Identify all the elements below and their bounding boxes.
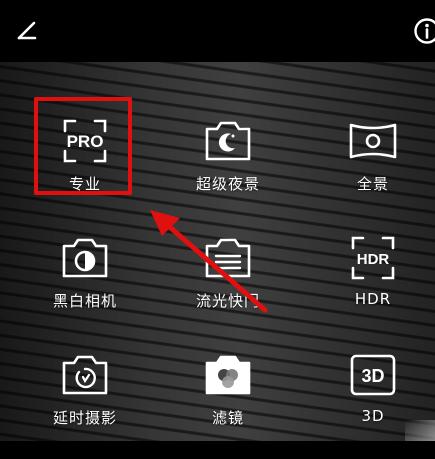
night-moon-icon <box>202 115 254 167</box>
monochrome-camera-icon <box>59 232 111 284</box>
info-icon[interactable] <box>413 17 435 45</box>
watermark <box>405 420 435 441</box>
mode-hdr[interactable]: HDR HDR <box>303 232 435 342</box>
mode-label: 滤镜 <box>158 407 298 428</box>
top-toolbar <box>0 0 435 62</box>
filter-icon <box>202 349 254 401</box>
3d-icon-text: 3D <box>361 366 384 386</box>
mode-label: 超级夜景 <box>158 173 298 194</box>
arrow-pointer-icon <box>140 200 275 320</box>
time-lapse-icon <box>59 349 111 401</box>
hdr-icon-text: HDR <box>357 251 390 268</box>
mode-label: 黑白相机 <box>15 290 155 311</box>
edit-pencil-icon[interactable] <box>14 17 40 43</box>
mode-monochrome[interactable]: 黑白相机 <box>15 232 155 342</box>
mode-label: HDR <box>303 290 435 308</box>
3d-icon: 3D <box>347 349 399 401</box>
mode-label: 全景 <box>303 173 435 194</box>
mode-label: 延时摄影 <box>15 407 155 428</box>
mode-filter[interactable]: 滤镜 <box>158 349 298 459</box>
hdr-icon: HDR <box>347 232 399 284</box>
mode-panorama[interactable]: 全景 <box>303 115 435 225</box>
mode-3d[interactable]: 3D 3D <box>303 349 435 459</box>
highlight-box <box>34 97 132 195</box>
panorama-icon <box>347 115 399 167</box>
mode-time-lapse[interactable]: 延时摄影 <box>15 349 155 459</box>
